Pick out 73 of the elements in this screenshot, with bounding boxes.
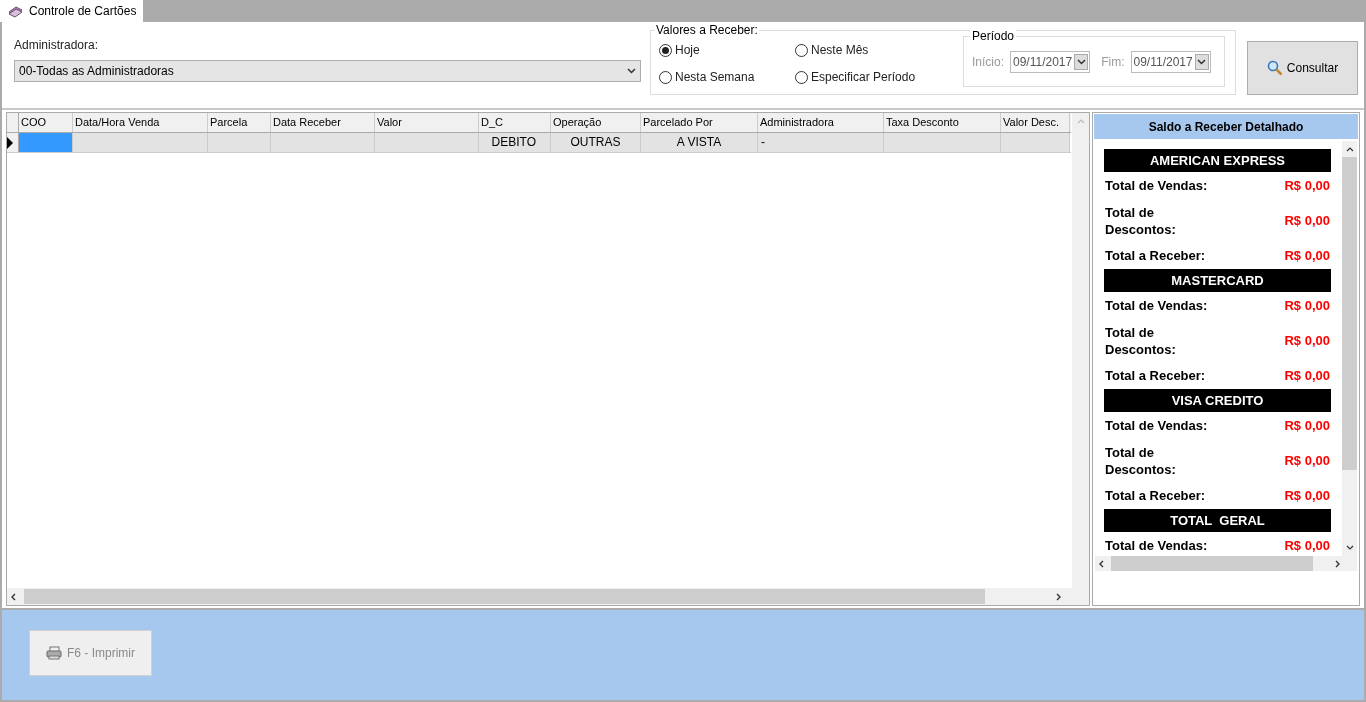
table-cell: - [758, 133, 884, 152]
card-header: TOTAL GERAL [1104, 509, 1331, 532]
radio-button[interactable] [659, 70, 672, 84]
total-label: Total de Descontos: [1105, 323, 1177, 358]
scroll-up-icon[interactable] [1345, 147, 1354, 152]
current-row-icon [7, 136, 13, 149]
column-header[interactable]: Parcelado Por [641, 113, 758, 132]
total-value: R$ 0,00 [1284, 297, 1330, 315]
administradora-dropdown[interactable]: 00-Todas as Administradoras [14, 60, 641, 82]
total-label: Total de Vendas: [1105, 177, 1209, 195]
column-header[interactable]: Data/Hora Venda [73, 113, 208, 132]
total-value: R$ 0,00 [1284, 417, 1330, 435]
table-cell: DEBITO [479, 133, 551, 152]
tab-label: Controle de Cartões [29, 3, 137, 20]
total-value: R$ 0,00 [1284, 331, 1330, 350]
table-cell: OUTRAS [551, 133, 641, 152]
scroll-right-icon[interactable] [1056, 592, 1061, 601]
total-label: Total de Descontos: [1105, 443, 1177, 478]
row-header[interactable] [7, 133, 19, 152]
total-value: R$ 0,00 [1284, 177, 1330, 195]
total-value: R$ 0,00 [1284, 451, 1330, 470]
table-cell: A VISTA [641, 133, 758, 152]
total-label: Total a Receber: [1105, 366, 1207, 384]
total-value: R$ 0,00 [1284, 246, 1330, 265]
scroll-right-icon[interactable] [1335, 559, 1340, 568]
radio-option[interactable]: Nesta Semana [659, 68, 795, 86]
total-label: Total de Vendas: [1105, 417, 1209, 435]
inicio-label: Início: [972, 54, 1004, 71]
column-header[interactable]: Data Receber [271, 113, 375, 132]
total-value: R$ 0,00 [1284, 211, 1330, 230]
consultar-button[interactable]: Consultar [1247, 41, 1358, 95]
caret-icon [1197, 59, 1207, 65]
column-header[interactable]: D_C [479, 113, 551, 132]
total-value: R$ 0,00 [1284, 486, 1330, 505]
radio-option[interactable]: Hoje [659, 41, 795, 59]
administradora-label: Administradora: [14, 37, 100, 54]
card-header: VISA CREDITO [1104, 389, 1331, 412]
column-header[interactable]: Parcela [208, 113, 271, 132]
column-header[interactable]: Administradora [758, 113, 884, 132]
card-header: AMERICAN EXPRESS [1104, 149, 1331, 172]
scroll-left-icon[interactable] [1099, 559, 1104, 568]
group-title: Valores a Receber: [655, 23, 759, 37]
total-value: R$ 0,00 [1284, 366, 1330, 385]
total-label: Total a Receber: [1105, 486, 1207, 504]
document-tab[interactable]: Controle de Cartões [0, 0, 144, 22]
column-header[interactable]: COO [19, 113, 73, 132]
total-label: Total de Descontos: [1105, 203, 1177, 238]
scroll-left-icon[interactable] [11, 592, 16, 601]
total-label: Total a Receber: [1105, 246, 1207, 264]
fim-label: Fim: [1101, 54, 1125, 71]
group-title: Período [970, 29, 1017, 43]
column-header[interactable]: Taxa Desconto [884, 113, 1001, 132]
total-value: R$ 0,00 [1284, 537, 1330, 555]
panel-title: Saldo a Receber Detalhado [1094, 114, 1358, 139]
radio-button[interactable] [795, 70, 808, 84]
total-label: Total de Vendas: [1105, 537, 1209, 555]
radio-option[interactable]: Neste Mês [795, 41, 955, 59]
column-header[interactable]: Operação [551, 113, 641, 132]
scroll-thumb[interactable] [1111, 556, 1313, 571]
card-header: MASTERCARD [1104, 269, 1331, 292]
radio-button[interactable] [659, 43, 672, 57]
scroll-down-icon[interactable] [1345, 545, 1354, 550]
column-header[interactable]: Valor Desc. [1001, 113, 1070, 132]
scroll-thumb[interactable] [24, 589, 985, 604]
scroll-thumb[interactable] [1342, 157, 1357, 470]
caret-icon [1076, 59, 1086, 65]
total-label: Total de Vendas: [1105, 297, 1209, 315]
column-header[interactable]: Valor [375, 113, 479, 132]
radio-button[interactable] [795, 43, 808, 57]
search-icon [1266, 60, 1283, 76]
caret-icon [627, 68, 636, 74]
printer-icon [46, 646, 62, 660]
radio-option[interactable]: Especificar Período [795, 68, 955, 86]
